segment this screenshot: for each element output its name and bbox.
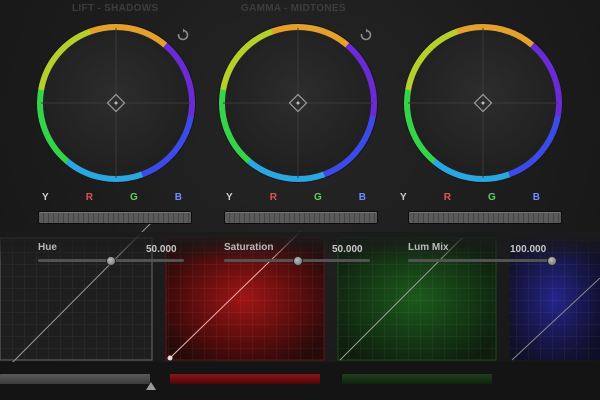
channel-g: G [487, 192, 496, 203]
param-handle-saturation[interactable] [293, 256, 303, 266]
param-label-hue: Hue [38, 242, 57, 253]
bottom-bar-green[interactable] [342, 374, 492, 384]
channel-y: Y [226, 192, 233, 203]
channel-g: G [129, 192, 138, 203]
channel-labels-gamma: Y R G B [226, 192, 366, 206]
channel-r: R [269, 192, 277, 203]
channel-r: R [443, 192, 451, 203]
param-label-lum-mix: Lum Mix [408, 242, 449, 253]
marker-triangle-icon[interactable] [146, 382, 156, 390]
param-handle-lum-mix[interactable] [547, 256, 557, 266]
channel-y: Y [400, 192, 407, 203]
wheel-title-lift: LIFT - SHADOWS [72, 3, 159, 14]
color-wheel-gain[interactable] [400, 20, 566, 186]
channel-b: B [174, 192, 182, 203]
color-panel: LIFT - SHADOWS Y R G B GAMMA - MIDTONES … [0, 0, 600, 400]
channel-r: R [85, 192, 93, 203]
curve-point-red[interactable] [167, 355, 173, 361]
channel-labels-gain: Y R G B [400, 192, 540, 206]
param-value-lum-mix[interactable]: 100.000 [510, 244, 546, 255]
param-value-saturation[interactable]: 50.000 [332, 244, 363, 255]
channel-labels-lift: Y R G B [42, 192, 182, 206]
channel-b: B [358, 192, 366, 203]
param-track-lum-mix[interactable] [408, 259, 554, 262]
param-handle-hue[interactable] [106, 256, 116, 266]
channel-g: G [313, 192, 322, 203]
channel-y: Y [42, 192, 49, 203]
channel-b: B [532, 192, 540, 203]
master-slider-gain[interactable] [408, 211, 562, 224]
color-wheel-gamma[interactable] [215, 20, 381, 186]
master-slider-lift[interactable] [38, 211, 192, 224]
bottom-bar-master[interactable] [0, 374, 150, 384]
param-label-saturation: Saturation [224, 242, 274, 253]
bottom-bar-red[interactable] [170, 374, 320, 384]
wheel-title-gamma: GAMMA - MIDTONES [241, 3, 346, 14]
color-wheel-lift[interactable] [33, 20, 199, 186]
param-value-hue[interactable]: 50.000 [146, 244, 177, 255]
master-slider-gamma[interactable] [224, 211, 378, 224]
